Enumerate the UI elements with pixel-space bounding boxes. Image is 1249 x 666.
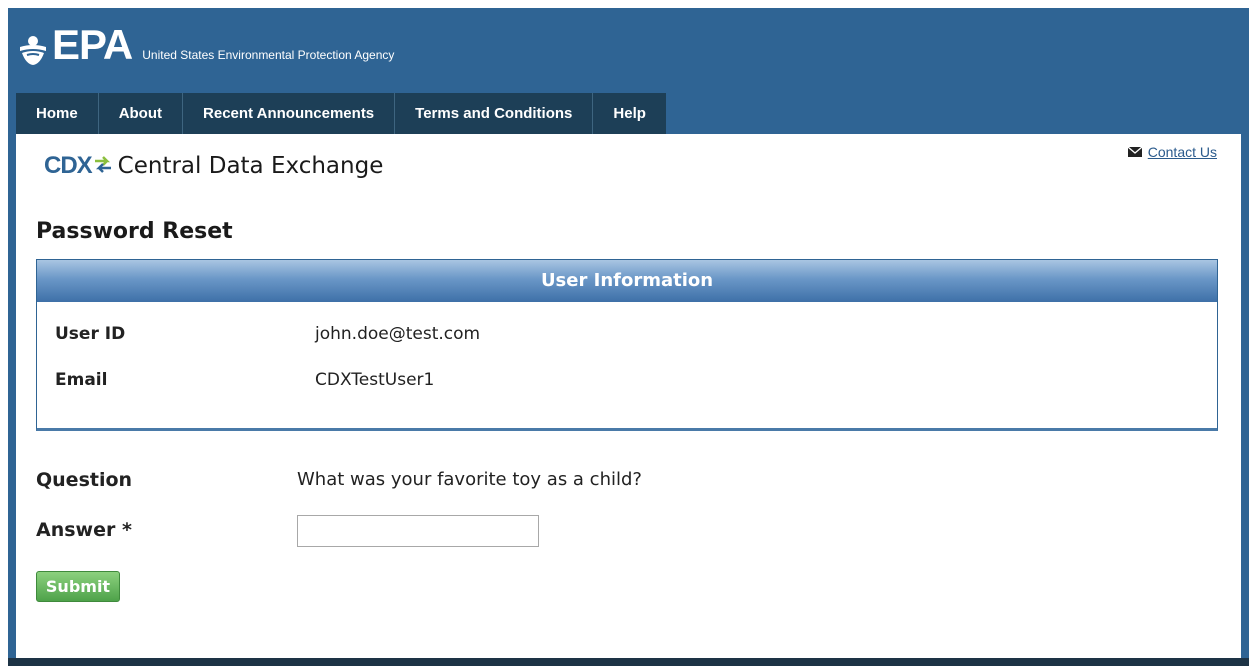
nav-recent-announcements[interactable]: Recent Announcements xyxy=(183,93,396,134)
epa-logo-icon xyxy=(18,34,48,66)
cdx-branding: CDX Central Data Exchange xyxy=(44,152,383,180)
nav-about[interactable]: About xyxy=(99,93,184,134)
agency-name: United States Environmental Protection A… xyxy=(142,48,395,62)
answer-label: Answer * xyxy=(36,519,132,541)
nav-terms-and-conditions[interactable]: Terms and Conditions xyxy=(395,93,594,134)
envelope-icon xyxy=(1127,144,1143,160)
contact-us: Contact Us xyxy=(1127,144,1217,160)
user-id-value: john.doe@test.com xyxy=(315,324,481,344)
cdx-logo-text: CDX xyxy=(44,152,93,179)
email-label: Email xyxy=(55,370,108,390)
user-id-label: User ID xyxy=(55,324,126,344)
site-header: EPA United States Environmental Protecti… xyxy=(8,8,1249,93)
user-information-panel: User Information User ID john.doe@test.c… xyxy=(36,259,1218,431)
main-content: CDX Central Data Exchange Contact Us Pas… xyxy=(16,134,1241,658)
answer-input[interactable] xyxy=(297,515,539,547)
nav-help[interactable]: Help xyxy=(593,93,666,134)
cdx-arrows-icon xyxy=(94,153,112,179)
main-nav: Home About Recent Announcements Terms an… xyxy=(16,93,666,134)
nav-home[interactable]: Home xyxy=(16,93,99,134)
email-value: CDXTestUser1 xyxy=(315,370,435,390)
question-label: Question xyxy=(36,469,133,491)
footer-bar xyxy=(8,658,1249,666)
contact-us-link[interactable]: Contact Us xyxy=(1148,144,1217,160)
page-title: Password Reset xyxy=(36,219,233,244)
app-title: Central Data Exchange xyxy=(117,153,384,179)
epa-logo[interactable]: EPA United States Environmental Protecti… xyxy=(18,24,394,66)
submit-button[interactable]: Submit xyxy=(36,571,120,602)
security-question-text: What was your favorite toy as a child? xyxy=(297,469,642,490)
user-information-heading: User Information xyxy=(37,260,1217,302)
epa-logo-text: EPA xyxy=(52,21,133,68)
